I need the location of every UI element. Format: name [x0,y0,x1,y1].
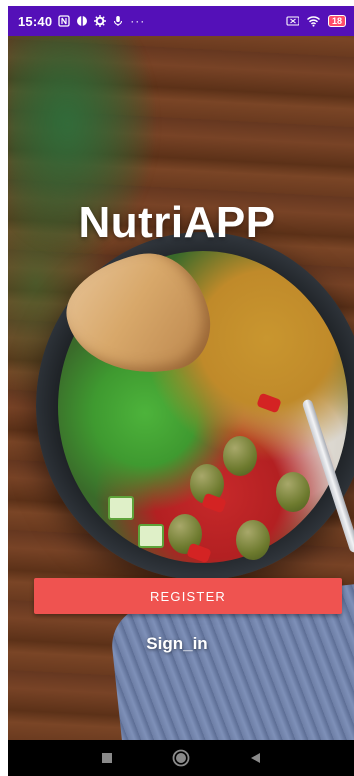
olive [223,436,257,476]
more-indicator: ··· [130,14,146,28]
status-bar: 15:40 ··· 18 [8,6,354,36]
battery-icon: 18 [327,15,346,27]
status-time: 15:40 [18,13,53,29]
olive [236,520,270,560]
back-button[interactable] [244,747,266,769]
olive [276,472,310,512]
register-button[interactable]: REGISTER [34,578,342,614]
cucumber [138,524,164,548]
back-triangle-icon [251,753,260,763]
app-title: NutriAPP [78,198,276,247]
home-circle-icon [172,749,190,767]
nfc-icon [58,15,70,27]
no-sim-icon [286,16,299,26]
mic-icon [114,16,123,26]
wifi-icon [306,16,321,27]
navigation-bar [8,740,354,776]
home-button[interactable] [170,747,192,769]
cucumber [108,496,134,520]
recents-square-icon [102,753,112,763]
gear-icon [94,15,107,27]
app-icon [77,16,88,26]
recents-button[interactable] [96,747,118,769]
sign-in-link[interactable]: Sign_in [0,634,354,654]
